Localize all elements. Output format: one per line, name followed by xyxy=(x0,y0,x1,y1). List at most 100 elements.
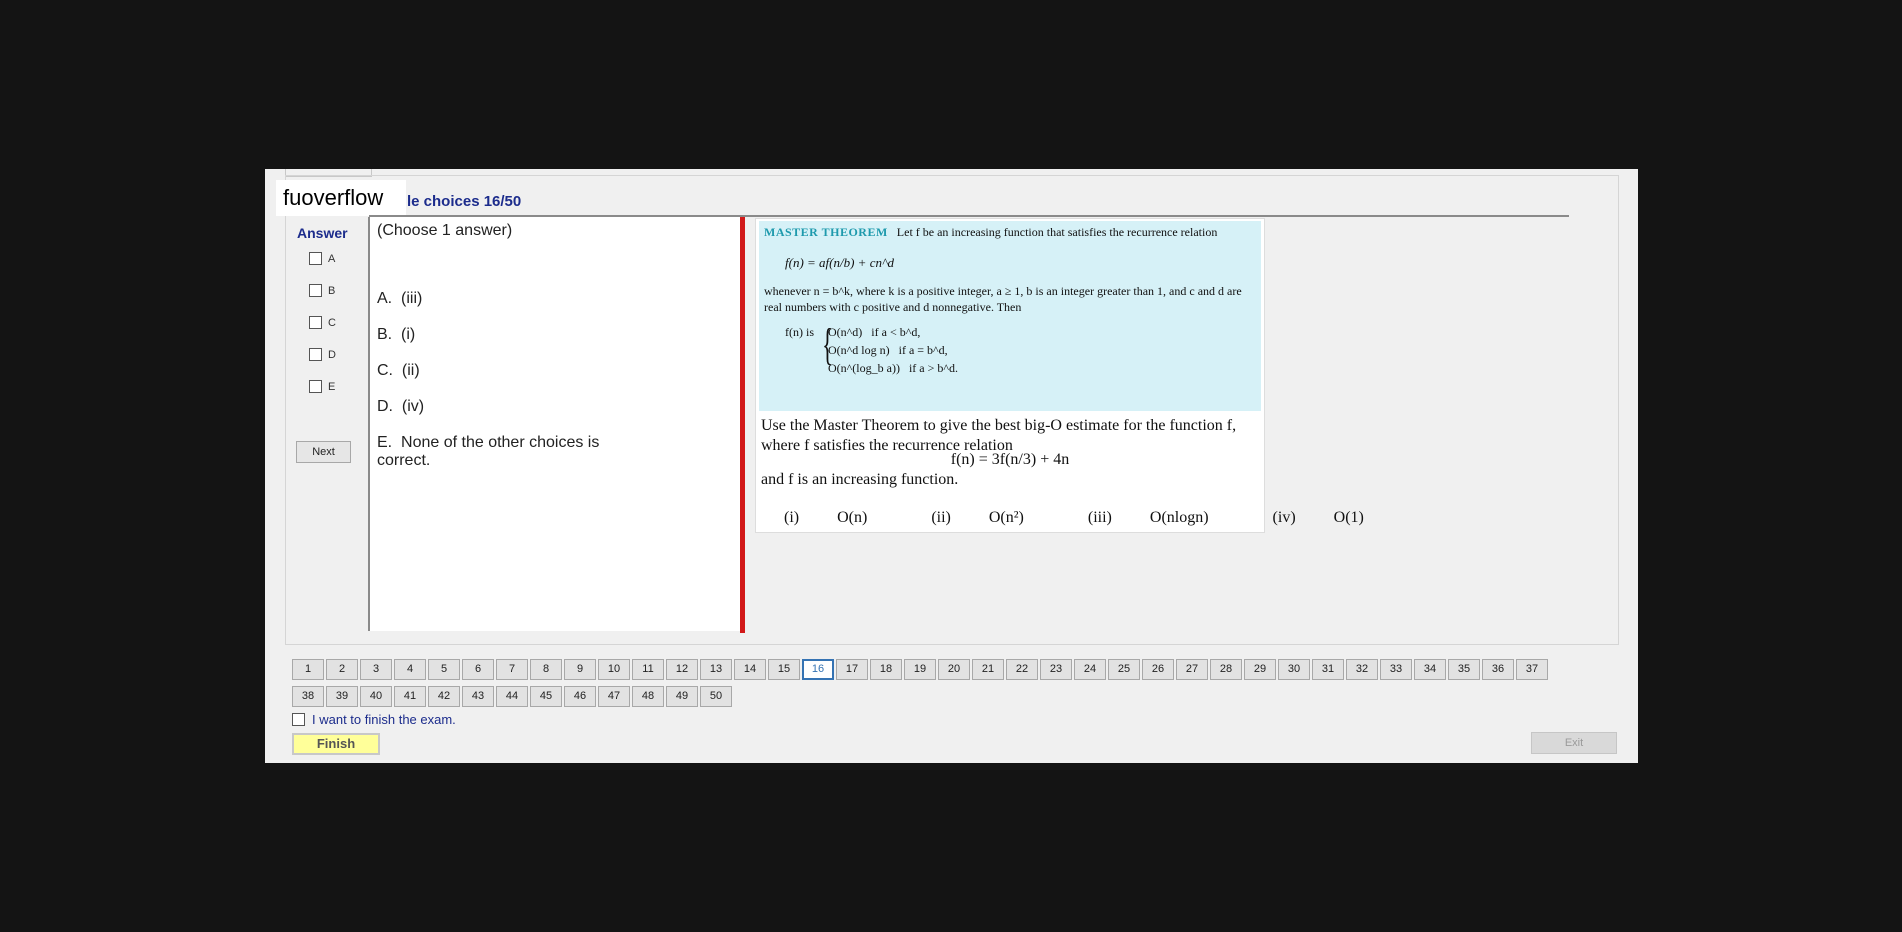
checkbox[interactable] xyxy=(292,713,305,726)
case-2: O(n^d log n) if a = b^d, xyxy=(828,343,948,358)
question-nav-button[interactable]: 32 xyxy=(1346,659,1378,680)
question-nav-button[interactable]: 29 xyxy=(1244,659,1276,680)
theorem-paragraph: whenever n = b^k, where k is a positive … xyxy=(764,284,1242,314)
choices-panel: (Choose 1 answer) A. (iii) B. (i) C. (ii… xyxy=(368,217,741,631)
question-nav-button[interactable]: 46 xyxy=(564,686,596,707)
choice-letter: E. xyxy=(377,434,393,451)
question-nav-button[interactable]: 23 xyxy=(1040,659,1072,680)
answer-option-label: A xyxy=(328,252,336,265)
question-option: (iv) O(1) xyxy=(1272,509,1364,526)
question-nav-button[interactable]: 3 xyxy=(360,659,392,680)
question-nav-button[interactable]: 36 xyxy=(1482,659,1514,680)
question-nav-button[interactable]: 4 xyxy=(394,659,426,680)
choice-text: (i) xyxy=(401,326,416,343)
question-option: (i) O(n) xyxy=(784,509,868,526)
question-nav-button[interactable]: 24 xyxy=(1074,659,1106,680)
choice-c: C. (ii) xyxy=(377,362,607,380)
answer-option-a[interactable]: A xyxy=(309,252,335,265)
question-option: (ii) O(n²) xyxy=(931,509,1024,526)
choice-b: B. (i) xyxy=(377,326,607,344)
answer-option-c[interactable]: C xyxy=(309,316,336,329)
answer-option-label: B xyxy=(328,284,336,297)
question-nav-button[interactable]: 22 xyxy=(1006,659,1038,680)
choice-letter: B. xyxy=(377,326,393,343)
brand-watermark: fuoverflow xyxy=(276,180,406,216)
choice-text: (iv) xyxy=(401,398,425,415)
question-nav-button[interactable]: 48 xyxy=(632,686,664,707)
checkbox[interactable] xyxy=(309,284,322,297)
next-button[interactable]: Next xyxy=(296,441,351,463)
question-nav-button[interactable]: 43 xyxy=(462,686,494,707)
question-nav-button[interactable]: 6 xyxy=(462,659,494,680)
question-nav-button[interactable]: 27 xyxy=(1176,659,1208,680)
question-nav-button[interactable]: 10 xyxy=(598,659,630,680)
choice-e: E. None of the other choices is correct. xyxy=(377,434,607,470)
answer-option-label: C xyxy=(328,316,336,329)
choice-letter: D. xyxy=(377,398,393,415)
question-nav-button[interactable]: 39 xyxy=(326,686,358,707)
question-nav-button[interactable]: 34 xyxy=(1414,659,1446,680)
checkbox[interactable] xyxy=(309,348,322,361)
question-nav-button[interactable]: 17 xyxy=(836,659,868,680)
choice-d: D. (iv) xyxy=(377,398,607,416)
answer-title: Answer xyxy=(297,225,348,241)
question-nav-button[interactable]: 20 xyxy=(938,659,970,680)
question-nav-button[interactable]: 5 xyxy=(428,659,460,680)
answer-option-label: E xyxy=(328,380,336,393)
case-cond: if a = b^d, xyxy=(898,343,948,357)
answer-option-d[interactable]: D xyxy=(309,348,336,361)
question-nav-button[interactable]: 25 xyxy=(1108,659,1140,680)
choice-letter: C. xyxy=(377,362,393,379)
question-nav-button[interactable]: 19 xyxy=(904,659,936,680)
answer-option-b[interactable]: B xyxy=(309,284,335,297)
theorem-header: MASTER THEOREM Let f be an increasing fu… xyxy=(764,225,1217,240)
question-nav-button[interactable]: 7 xyxy=(496,659,528,680)
question-nav-button[interactable]: 1 xyxy=(292,659,324,680)
question-nav-button[interactable]: 15 xyxy=(768,659,800,680)
answer-option-label: D xyxy=(328,348,336,361)
question-nav-button[interactable]: 21 xyxy=(972,659,1004,680)
question-nav-button[interactable]: 49 xyxy=(666,686,698,707)
question-nav-button[interactable]: 44 xyxy=(496,686,528,707)
question-nav-button[interactable]: 40 xyxy=(360,686,392,707)
case-cond: if a < b^d, xyxy=(871,325,921,339)
question-nav-button[interactable]: 12 xyxy=(666,659,698,680)
theorem-intro: Let f be an increasing function that sat… xyxy=(896,225,1218,239)
question-nav-button[interactable]: 31 xyxy=(1312,659,1344,680)
question-nav-button[interactable]: 13 xyxy=(700,659,732,680)
finish-exam-label: I want to finish the exam. xyxy=(312,712,456,727)
exit-button[interactable]: Exit xyxy=(1531,732,1617,754)
question-nav-button[interactable]: 16 xyxy=(802,659,834,680)
question-nav-button[interactable]: 18 xyxy=(870,659,902,680)
question-nav-button[interactable]: 50 xyxy=(700,686,732,707)
question-nav-button[interactable]: 42 xyxy=(428,686,460,707)
choice-letter: A. xyxy=(377,290,393,307)
question-image: MASTER THEOREM Let f be an increasing fu… xyxy=(755,218,1364,533)
finish-exam-checkbox[interactable]: I want to finish the exam. xyxy=(292,712,456,727)
finish-button[interactable]: Finish xyxy=(292,733,380,755)
question-nav-button[interactable]: 11 xyxy=(632,659,664,680)
question-nav-button[interactable]: 47 xyxy=(598,686,630,707)
answer-option-e[interactable]: E xyxy=(309,380,335,393)
choices-hint: (Choose 1 answer) xyxy=(377,222,513,239)
question-options: (i) O(n) (ii) O(n²) (iii) O(nlogn) (iv) … xyxy=(784,509,1424,527)
splitter-handle[interactable] xyxy=(740,217,745,633)
question-nav-button[interactable]: 14 xyxy=(734,659,766,680)
question-nav-button[interactable]: 28 xyxy=(1210,659,1242,680)
question-nav-button[interactable]: 8 xyxy=(530,659,562,680)
question-nav-button[interactable]: 33 xyxy=(1380,659,1412,680)
question-nav-button[interactable]: 2 xyxy=(326,659,358,680)
question-nav-button[interactable]: 26 xyxy=(1142,659,1174,680)
question-nav-button[interactable]: 38 xyxy=(292,686,324,707)
question-nav-button[interactable]: 41 xyxy=(394,686,426,707)
question-nav-button[interactable]: 37 xyxy=(1516,659,1548,680)
question-nav-button[interactable]: 45 xyxy=(530,686,562,707)
checkbox[interactable] xyxy=(309,380,322,393)
checkbox[interactable] xyxy=(309,316,322,329)
question-nav-button[interactable]: 9 xyxy=(564,659,596,680)
question-option: (iii) O(nlogn) xyxy=(1087,509,1209,526)
checkbox[interactable] xyxy=(309,252,322,265)
case-cond: if a > b^d. xyxy=(908,361,959,375)
question-nav-button[interactable]: 35 xyxy=(1448,659,1480,680)
question-nav-button[interactable]: 30 xyxy=(1278,659,1310,680)
